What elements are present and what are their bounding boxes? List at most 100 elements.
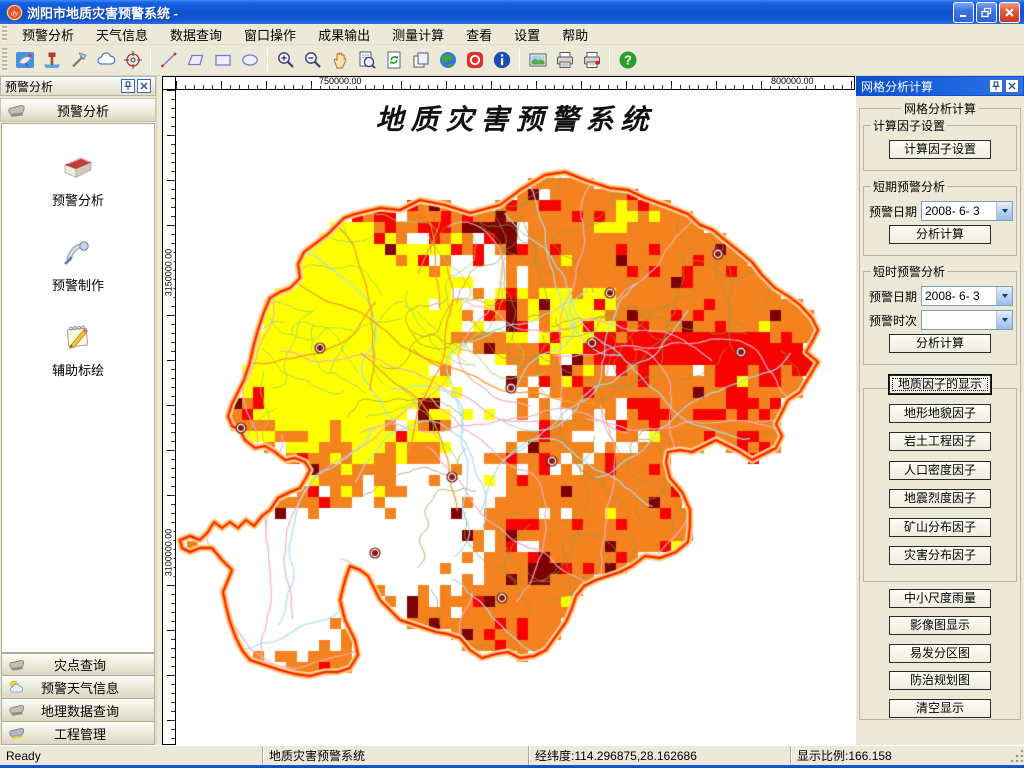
- short-time-analyze-button[interactable]: 分析计算: [889, 334, 991, 353]
- zoom-in-tool-button[interactable]: [273, 48, 298, 73]
- short-term-analyze-button[interactable]: 分析计算: [889, 225, 991, 244]
- copy-icon: [411, 50, 431, 70]
- rectangle-tool-button[interactable]: [210, 48, 235, 73]
- menu-grip[interactable]: [2, 26, 7, 42]
- menu-item-9[interactable]: 帮助: [551, 25, 599, 46]
- menu-item-4[interactable]: 窗口操作: [233, 25, 307, 46]
- couch-icon: [8, 702, 26, 718]
- pan-icon: [330, 50, 350, 70]
- pick-tool-button[interactable]: [66, 48, 91, 73]
- factor-button-3[interactable]: 人口密度因子: [889, 460, 991, 480]
- zoom-out-tool-button[interactable]: [300, 48, 325, 73]
- category-bar-1[interactable]: 灾点查询: [1, 653, 155, 676]
- globe-tool-button[interactable]: [435, 48, 460, 73]
- right-panel-close-button[interactable]: [1005, 79, 1019, 93]
- toolbar-separator: [150, 49, 151, 71]
- refresh-tool-button[interactable]: [381, 48, 406, 73]
- ellipse-tool-button[interactable]: [237, 48, 262, 73]
- util-button-2[interactable]: 影像图显示: [889, 616, 991, 635]
- menu-item-3[interactable]: 数据查询: [159, 25, 233, 46]
- print-alt-icon: [582, 50, 602, 70]
- category-bar-label: 地理数据查询: [40, 703, 119, 719]
- stop-tool-button[interactable]: [462, 48, 487, 73]
- factor-button-4[interactable]: 地震烈度因子: [889, 489, 991, 508]
- print-alt-tool-button[interactable]: [579, 48, 604, 73]
- menu-item-8[interactable]: 设置: [503, 25, 551, 46]
- map-canvas[interactable]: [176, 90, 855, 745]
- category-bars: 灾点查询 预警天气信息 地理数据查询 工程管理: [1, 653, 155, 745]
- copy-tool-button[interactable]: [408, 48, 433, 73]
- zoom-page-tool-button[interactable]: [354, 48, 379, 73]
- tool-item-3[interactable]: 辅助标绘: [2, 320, 154, 379]
- factor-button-6[interactable]: 灾害分布因子: [889, 546, 991, 565]
- category-bar-4[interactable]: 工程管理: [1, 722, 155, 745]
- restore-button[interactable]: [976, 1, 997, 23]
- status-coordinates: 经纬度:114.296875,28.162686: [528, 746, 790, 765]
- menu-item-5[interactable]: 成果输出: [307, 25, 381, 46]
- chevron-down-icon[interactable]: [996, 311, 1012, 329]
- close-button[interactable]: [999, 1, 1020, 23]
- polygon-tool-button[interactable]: [183, 48, 208, 73]
- util-button-3[interactable]: 易发分区图: [889, 643, 991, 663]
- factor-button-5[interactable]: 矿山分布因子: [889, 517, 991, 537]
- short-time-date-combobox[interactable]: 2008- 6- 3: [921, 286, 1013, 306]
- util-button-4[interactable]: 防治规划图: [889, 671, 991, 690]
- axe-icon: [42, 50, 62, 70]
- status-scale: 显示比例:166.158: [790, 746, 1024, 765]
- axe-tool-button[interactable]: [39, 48, 64, 73]
- toolbar: ?: [0, 45, 1024, 76]
- category-bar-2[interactable]: 预警天气信息: [1, 676, 155, 699]
- menu-item-6[interactable]: 测量计算: [381, 25, 455, 46]
- minimize-button[interactable]: [953, 1, 974, 23]
- cloud-tool-button[interactable]: [93, 48, 118, 73]
- image-tool-button[interactable]: [525, 48, 550, 73]
- zoom-page-icon: [357, 50, 377, 70]
- menu-item-2[interactable]: 天气信息: [85, 25, 159, 46]
- tool-item-2[interactable]: 预警制作: [2, 235, 154, 294]
- radar-tool-button[interactable]: [12, 48, 37, 73]
- vertical-ruler: 3150000.00 3100000.00: [162, 90, 176, 745]
- horizontal-ruler: 750000.00 800000.00: [176, 76, 855, 90]
- factor-button-2[interactable]: 岩土工程因子: [889, 432, 991, 451]
- util-button-5[interactable]: 清空显示: [889, 698, 991, 718]
- category-bar-3[interactable]: 地理数据查询: [1, 699, 155, 722]
- globe-icon: [438, 50, 458, 70]
- util-button-1[interactable]: 中小尺度雨量: [889, 588, 991, 608]
- chevron-down-icon[interactable]: [996, 287, 1012, 305]
- image-icon: [528, 50, 548, 70]
- info-icon: [492, 50, 512, 70]
- factor-button-group: 地形地貌因子 岩土工程因子 人口密度因子 地震烈度因子 矿山分布因子 灾害分布因子: [863, 388, 1017, 582]
- scanner-icon: [7, 102, 27, 118]
- info-tool-button[interactable]: [489, 48, 514, 73]
- left-panel-header[interactable]: 预警分析: [0, 98, 156, 122]
- tool-item-1[interactable]: 预警分析: [2, 150, 154, 209]
- project-icon: [8, 725, 26, 741]
- right-panel-pin-button[interactable]: [989, 79, 1003, 93]
- menu-item-1[interactable]: 预警分析: [11, 25, 85, 46]
- left-panel-titlebar: 预警分析: [0, 76, 156, 96]
- weather-icon: [8, 679, 26, 695]
- geology-factor-display-button[interactable]: 地质因子的显示: [889, 375, 991, 394]
- tool-list: 预警分析 预警制作 辅助标绘: [1, 123, 155, 653]
- menu-item-7[interactable]: 查看: [455, 25, 503, 46]
- polygon-icon: [186, 50, 206, 70]
- line-tool-button[interactable]: [156, 48, 181, 73]
- factor-setting-button[interactable]: 计算因子设置: [889, 140, 991, 159]
- print-tool-button[interactable]: [552, 48, 577, 73]
- pan-tool-button[interactable]: [327, 48, 352, 73]
- chevron-down-icon[interactable]: [996, 202, 1012, 220]
- short-term-date-label: 预警日期: [869, 204, 918, 219]
- left-panel-pin-button[interactable]: [121, 79, 135, 93]
- left-panel-close-button[interactable]: [137, 79, 151, 93]
- short-term-date-combobox[interactable]: 2008- 6- 3: [921, 201, 1013, 221]
- short-time-period-combobox[interactable]: [921, 310, 1013, 330]
- factor-setting-group: 计算因子设置 计算因子设置: [863, 117, 1017, 171]
- toolbar-grip[interactable]: [2, 48, 7, 72]
- category-bar-label: 灾点查询: [53, 658, 106, 673]
- target-tool-button[interactable]: [120, 48, 145, 73]
- factor-button-1[interactable]: 地形地貌因子: [889, 403, 991, 423]
- help-tool-button[interactable]: ?: [615, 48, 640, 73]
- radar-icon: [15, 50, 35, 70]
- app-logo-icon: dy: [6, 4, 23, 21]
- left-panel-header-label: 预警分析: [56, 103, 109, 119]
